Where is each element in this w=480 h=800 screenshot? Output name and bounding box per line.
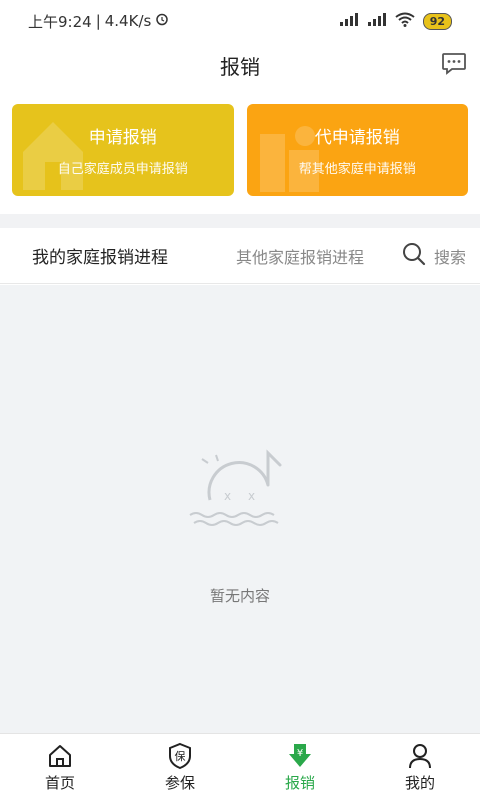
header: 报销 [0, 42, 480, 88]
alarm-icon [155, 12, 169, 30]
nav-item-mine[interactable]: 我的 [360, 734, 480, 800]
search-icon [402, 242, 426, 270]
status-time: 上午9:24 [28, 12, 92, 31]
action-cards: 申请报销 自己家庭成员申请报销 代申请报销 帮其他家庭申请报销 [0, 88, 480, 212]
message-icon[interactable] [440, 50, 468, 78]
svg-text:保: 保 [175, 749, 186, 763]
insurance-icon: 保 [166, 742, 194, 770]
user-icon [406, 742, 434, 770]
nav-item-reimburse[interactable]: ¥ 报销 [240, 734, 360, 800]
page-title: 报销 [220, 54, 260, 79]
search-label: 搜索 [434, 247, 467, 267]
reimburse-icon: ¥ [286, 742, 314, 770]
house-decoration-icon [23, 122, 83, 190]
signal-icon [339, 12, 359, 30]
nav-label-reimburse: 报销 [284, 773, 315, 792]
proxy-card-subtitle: 帮其他家庭申请报销 [298, 162, 416, 177]
nav-item-insurance[interactable]: 保 参保 [120, 734, 240, 800]
progress-tabs: 我的家庭报销进程 其他家庭报销进程 搜索 [0, 228, 480, 284]
status-separator: | [95, 12, 101, 30]
bottom-nav: 首页 保 参保 ¥ 报销 我的 [0, 733, 480, 800]
empty-state-text: 暂无内容 [209, 587, 270, 605]
signal-icon-2 [367, 12, 387, 30]
svg-text:x: x [248, 489, 255, 503]
svg-text:x: x [224, 489, 231, 503]
status-network-speed: 4.4K/s [104, 12, 152, 30]
home-icon [46, 742, 74, 770]
tab-my-family-progress[interactable]: 我的家庭报销进程 [32, 243, 168, 268]
status-bar: 上午9:24 | 4.4K/s 92 [0, 0, 480, 42]
apply-card-subtitle: 自己家庭成员申请报销 [57, 162, 188, 177]
nav-label-insurance: 参保 [164, 773, 195, 792]
nav-label-home: 首页 [44, 773, 75, 792]
search-button[interactable]: 搜索 [402, 242, 466, 270]
empty-state-icon: x x [189, 449, 282, 526]
proxy-reimbursement-card[interactable]: 代申请报销 帮其他家庭申请报销 [246, 104, 468, 196]
apply-reimbursement-card[interactable]: 申请报销 自己家庭成员申请报销 [12, 104, 234, 196]
battery-indicator: 92 [422, 12, 452, 30]
section-divider [0, 214, 480, 228]
nav-item-home[interactable]: 首页 [0, 734, 120, 800]
apply-card-title: 申请报销 [88, 128, 157, 148]
content-area: x x 暂无内容 [0, 285, 480, 733]
status-left: 上午9:24 | 4.4K/s [28, 11, 169, 32]
tab-other-family-progress[interactable]: 其他家庭报销进程 [236, 244, 364, 268]
svg-text:¥: ¥ [297, 748, 303, 759]
status-right: 92 [339, 12, 452, 31]
wifi-icon [395, 12, 415, 31]
proxy-card-title: 代申请报销 [314, 128, 400, 148]
nav-label-mine: 我的 [404, 773, 435, 792]
